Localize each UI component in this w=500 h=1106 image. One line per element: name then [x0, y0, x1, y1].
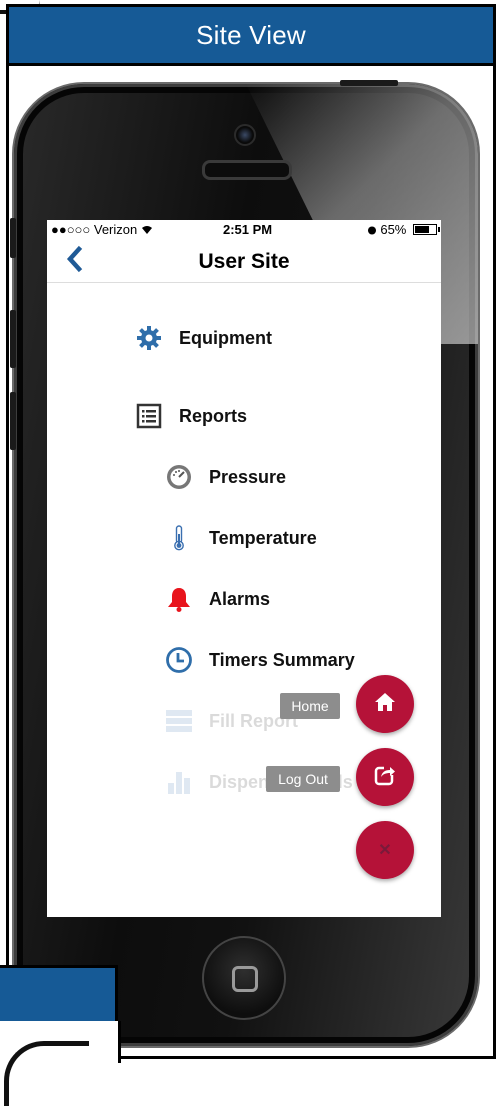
- share-icon: [374, 764, 396, 791]
- fab-home-tooltip: Home: [280, 693, 340, 719]
- battery-icon: [413, 224, 440, 235]
- secondary-frame: [0, 1021, 121, 1106]
- home-icon: [374, 692, 396, 717]
- alarm-clock-icon: [367, 222, 381, 237]
- phone-screen: ●●○○○ Verizon 2:51 PM 65% User Site Equi…: [47, 220, 441, 917]
- report-list-icon: [135, 402, 163, 430]
- nav-title: User Site: [198, 250, 290, 273]
- gear-icon: [135, 324, 163, 352]
- menu-item-label: Equipment: [179, 327, 272, 348]
- earpiece-speaker: [202, 160, 292, 180]
- menu-item-temperature[interactable]: Temperature: [165, 521, 317, 555]
- home-square-icon: [232, 966, 258, 992]
- home-fab-button[interactable]: [356, 675, 414, 733]
- wifi-icon: [141, 222, 153, 237]
- menu-item-label: Alarms: [209, 588, 271, 609]
- fab-logout-tooltip: Log Out: [266, 766, 340, 792]
- battery-percent: 65%: [380, 222, 407, 237]
- close-fab-button[interactable]: ✕: [356, 821, 414, 879]
- status-bar: ●●○○○ Verizon 2:51 PM 65%: [47, 220, 441, 240]
- menu-item-alarms[interactable]: Alarms: [165, 582, 270, 616]
- menu-item-reports[interactable]: Reports: [135, 399, 247, 433]
- thermometer-icon: [165, 524, 193, 552]
- volume-down-button: [10, 392, 16, 450]
- gauge-icon: [165, 463, 193, 491]
- menu-item-pressure[interactable]: Pressure: [165, 460, 286, 494]
- menu-item-label: Temperature: [209, 527, 317, 548]
- page-header: Site View: [6, 4, 496, 66]
- menu-item-label: Timers Summary: [209, 649, 355, 670]
- front-camera: [234, 124, 256, 146]
- close-icon: ✕: [378, 842, 392, 859]
- menu-item-fill-report[interactable]: Fill Report: [165, 704, 298, 738]
- bar-chart-icon: [165, 768, 193, 796]
- menu-item-label: Pressure: [209, 466, 287, 487]
- background-phone-edge: [4, 1041, 89, 1106]
- mute-switch: [10, 218, 16, 258]
- clock-icon: [165, 646, 193, 674]
- bell-icon: [165, 585, 193, 613]
- secondary-header-bar: [0, 965, 118, 1021]
- server-icon: [165, 707, 193, 735]
- carrier-text: ●●○○○ Verizon: [51, 222, 138, 237]
- status-time: 2:51 PM: [223, 222, 273, 237]
- logout-fab-button[interactable]: [356, 748, 414, 806]
- phone-home-button[interactable]: [202, 936, 286, 1020]
- nav-bar: User Site: [47, 240, 441, 283]
- menu-item-timers-summary[interactable]: Timers Summary: [165, 643, 355, 677]
- page-title: Site View: [196, 19, 306, 50]
- menu-item-equipment[interactable]: Equipment: [135, 321, 272, 355]
- volume-up-button: [10, 310, 16, 368]
- menu-item-label: Reports: [179, 405, 248, 426]
- power-button: [340, 80, 398, 86]
